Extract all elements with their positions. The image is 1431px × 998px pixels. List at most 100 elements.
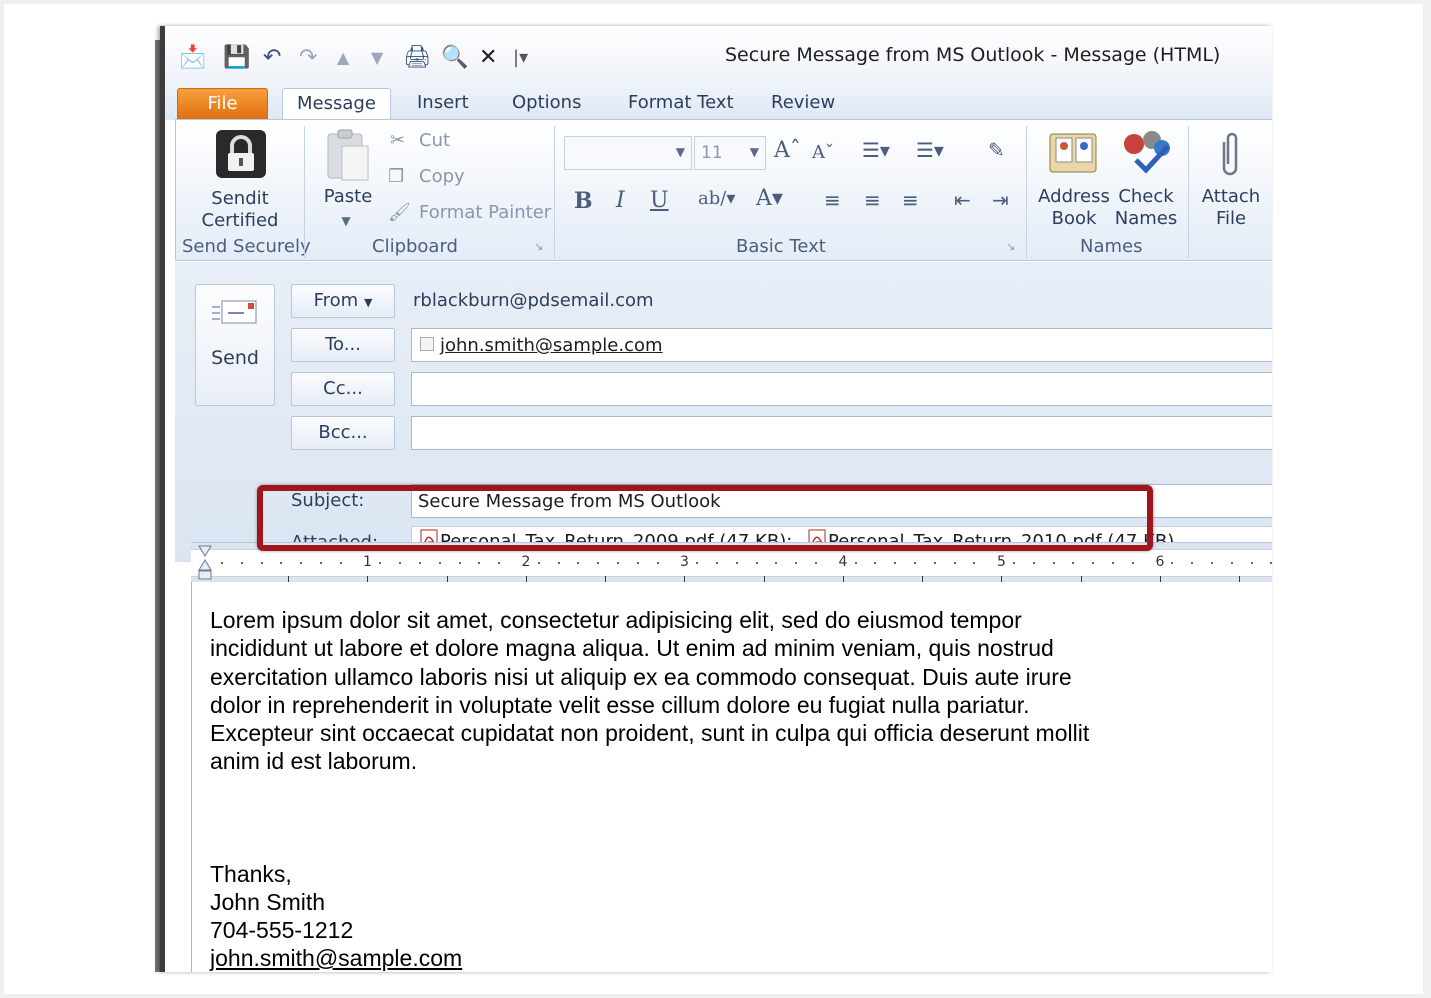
ruler-dot <box>716 562 718 564</box>
ruler-dot <box>478 562 481 564</box>
from-label: From <box>313 290 359 311</box>
ruler-dot <box>1230 562 1233 564</box>
tab-review[interactable]: Review <box>757 88 849 120</box>
format-painter-button[interactable]: Format Painter <box>419 202 551 223</box>
outlook-app-icon[interactable]: 📩 <box>179 44 206 72</box>
align-left-icon[interactable]: ≡ <box>824 188 841 212</box>
ruler-dot <box>260 562 263 564</box>
from-value: rblackburn@pdsemail.com <box>413 290 654 311</box>
ruler-dot <box>775 562 778 564</box>
check-names-icon <box>1124 131 1170 174</box>
undo-icon[interactable]: ↶ <box>263 44 281 72</box>
address-book-label-2: Book <box>1051 208 1097 229</box>
next-item-icon[interactable]: ▼ <box>371 44 383 72</box>
bold-icon[interactable]: B <box>574 188 593 214</box>
ruler-dot <box>1052 562 1055 564</box>
to-field[interactable]: john.smith@sample.com <box>411 328 1272 362</box>
italic-icon[interactable]: I <box>616 188 625 213</box>
ribbon: Sendit Certified Send Securely Paste ▼ ✂… <box>175 119 1272 261</box>
customize-quick-access-icon[interactable]: |▾ <box>513 44 528 72</box>
ruler-dot <box>973 562 976 564</box>
font-name-select[interactable]: ▼ <box>564 136 692 170</box>
chevron-down-icon: ▼ <box>749 145 759 159</box>
ruler-dot <box>1112 562 1114 564</box>
underline-icon[interactable]: U <box>650 188 669 213</box>
ruler-dot <box>795 562 798 564</box>
ruler-dot <box>696 562 699 564</box>
bcc-field[interactable] <box>411 416 1272 450</box>
save-icon[interactable]: 💾 <box>223 44 250 72</box>
ruler-dot <box>597 562 600 564</box>
ruler-dot <box>636 562 639 564</box>
tab-options[interactable]: Options <box>498 88 595 120</box>
decrease-indent-icon[interactable]: ⇤ <box>954 188 971 212</box>
font-size-value: 11 <box>701 143 723 163</box>
indent-marker-icon[interactable] <box>197 544 213 584</box>
ruler-number: 4 <box>838 554 848 570</box>
bullets-icon[interactable]: ☰▾ <box>862 138 890 162</box>
align-center-icon[interactable]: ≡ <box>864 188 881 212</box>
redo-icon[interactable]: ↷ <box>299 44 317 72</box>
increase-indent-icon[interactable]: ⇥ <box>992 188 1009 212</box>
highlight-icon[interactable]: ab∕▾ <box>698 188 735 209</box>
print-preview-icon[interactable]: 🔍 <box>441 44 468 72</box>
font-size-select[interactable]: 11 ▼ <box>694 136 766 170</box>
ribbon-separator <box>1188 126 1189 258</box>
body-paragraph: Lorem ipsum dolor sit amet, consectetur … <box>210 607 1090 775</box>
signature-email[interactable]: john.smith@sample.com <box>210 944 462 972</box>
ruler-dot <box>755 562 758 564</box>
delete-icon[interactable]: ✕ <box>479 44 497 72</box>
styles-icon[interactable]: ✎ <box>988 138 1005 162</box>
to-button[interactable]: To... <box>291 328 395 362</box>
basic-text-launcher-icon[interactable]: ↘ <box>1006 240 1015 253</box>
print-icon[interactable]: 🖨 <box>403 44 431 72</box>
ruler-dot <box>1191 562 1194 564</box>
previous-item-icon[interactable]: ▲ <box>337 44 349 72</box>
chevron-down-icon: ▼ <box>675 145 685 159</box>
ruler-dot <box>399 562 402 564</box>
tab-format-text[interactable]: Format Text <box>614 88 748 120</box>
signature-thanks: Thanks, <box>210 861 292 887</box>
ruler-number: 2 <box>521 554 531 570</box>
clipboard-launcher-icon[interactable]: ↘ <box>534 240 543 253</box>
bcc-button[interactable]: Bcc... <box>291 416 395 450</box>
copy-button[interactable]: Copy <box>419 166 465 187</box>
cut-button[interactable]: Cut <box>419 130 450 151</box>
ruler-dot <box>854 562 857 564</box>
ruler-dot <box>735 562 738 564</box>
ruler-dot <box>1032 562 1035 564</box>
message-body[interactable]: Lorem ipsum dolor sit amet, consectetur … <box>191 582 1272 972</box>
ruler-dot <box>914 562 916 564</box>
from-button[interactable]: From ▼ <box>291 284 395 318</box>
grow-font-icon[interactable]: Aˆ <box>774 138 801 163</box>
ruler-dot <box>874 562 877 564</box>
ribbon-separator <box>1026 126 1027 258</box>
ribbon-tabs: File Message Insert Options Format Text … <box>165 84 1272 120</box>
ruler-dot <box>1131 562 1134 564</box>
sendit-label-line2: Certified <box>201 210 279 231</box>
send-envelope-icon <box>212 300 257 324</box>
ruler-track: 1 2 3 4 5 6 <box>191 545 1272 582</box>
numbering-icon[interactable]: ☰▾ <box>916 138 944 162</box>
tab-insert[interactable]: Insert <box>403 88 483 120</box>
ruler-dot <box>1013 562 1015 564</box>
tab-message[interactable]: Message <box>282 88 391 120</box>
font-color-icon[interactable]: A▾ <box>756 186 783 211</box>
chevron-down-icon: ▼ <box>363 296 373 309</box>
cc-button[interactable]: Cc... <box>291 372 395 406</box>
cc-field[interactable] <box>411 372 1272 406</box>
group-label-clipboard: Clipboard <box>372 236 458 257</box>
ruler-number: 6 <box>1155 554 1165 570</box>
ruler-dot <box>953 562 956 564</box>
to-recipient[interactable]: john.smith@sample.com <box>440 335 663 356</box>
group-label-basic-text: Basic Text <box>736 236 826 257</box>
ruler-dot <box>438 562 441 564</box>
align-right-icon[interactable]: ≡ <box>902 188 919 212</box>
attach-file-label-1: Attach <box>1201 186 1261 207</box>
shrink-font-icon[interactable]: Aˇ <box>812 142 834 163</box>
ruler-dot <box>379 562 382 564</box>
send-button[interactable]: Send <box>195 284 275 406</box>
address-book-label-1: Address <box>1038 186 1110 207</box>
tab-file[interactable]: File <box>177 88 268 120</box>
ruler-dot <box>498 562 501 564</box>
